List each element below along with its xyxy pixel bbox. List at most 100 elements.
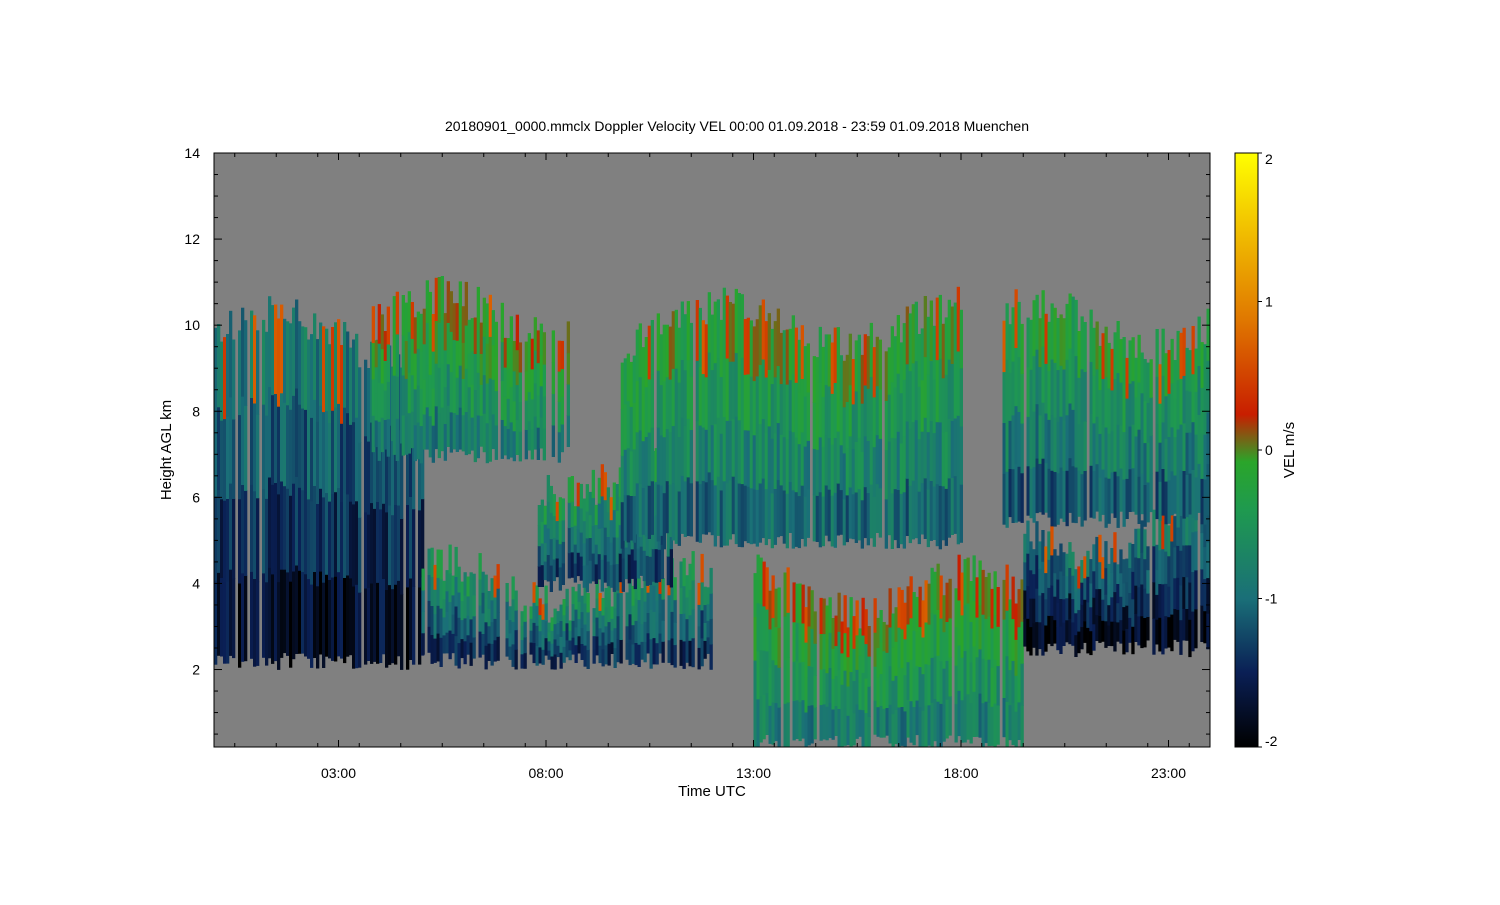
- echo-cell: [900, 589, 904, 630]
- echo-cell: [851, 359, 855, 405]
- echo-cell: [442, 598, 446, 618]
- echo-cell: [647, 432, 651, 486]
- echo-cell: [544, 637, 548, 656]
- echo-cell: [1191, 611, 1195, 652]
- echo-cell: [1200, 568, 1204, 606]
- echo-cell: [530, 368, 534, 400]
- echo-cell: [313, 571, 317, 658]
- echo-cell: [673, 599, 677, 623]
- echo-cell: [377, 343, 381, 383]
- echo-cell: [592, 621, 596, 637]
- echo-cell: [933, 571, 937, 615]
- echo-cell: [1053, 416, 1057, 472]
- echo-cell: [295, 565, 299, 654]
- echo-cell: [349, 501, 353, 579]
- echo-cell: [340, 423, 344, 502]
- echo-cell: [921, 673, 925, 711]
- echo-cell: [834, 675, 838, 707]
- echo-cell: [777, 587, 781, 628]
- echo-cell: [698, 425, 702, 485]
- echo-cell: [822, 633, 826, 670]
- echo-cell: [283, 402, 287, 487]
- echo-cell: [1071, 551, 1075, 576]
- echo-cell: [558, 566, 562, 591]
- echo-cell: [855, 703, 859, 739]
- echo-cell: [906, 699, 910, 738]
- echo-cell: [966, 603, 970, 649]
- echo-cell: [1089, 361, 1093, 414]
- echo-cell: [600, 496, 604, 529]
- echo-cell: [890, 381, 894, 438]
- echo-cell: [443, 313, 447, 351]
- echo-cell: [1116, 372, 1120, 425]
- echo-cell: [448, 601, 452, 631]
- echo-cell: [894, 709, 898, 745]
- echo-cell: [1197, 365, 1201, 415]
- echo-cell: [887, 347, 891, 395]
- echo-cell: [1152, 582, 1156, 619]
- echo-cell: [1083, 577, 1087, 600]
- echo-cell: [579, 532, 583, 557]
- echo-cell: [470, 318, 474, 352]
- echo-cell: [897, 587, 901, 628]
- echo-cell: [601, 598, 605, 616]
- echo-cell: [428, 374, 432, 417]
- echo-cell: [1149, 435, 1153, 474]
- echo-cell: [591, 469, 595, 499]
- echo-cell: [539, 354, 543, 387]
- echo-cell: [930, 657, 934, 703]
- echo-cell: [591, 497, 595, 526]
- echo-cell: [939, 575, 943, 619]
- echo-cell: [626, 447, 630, 496]
- echo-cell: [458, 281, 462, 324]
- echo-cell: [220, 420, 224, 500]
- echo-cell: [918, 586, 922, 628]
- echo-cell: [1131, 598, 1135, 627]
- echo-cell: [956, 479, 960, 545]
- echo-cell: [831, 709, 835, 740]
- echo-cell: [706, 620, 710, 638]
- echo-cell: [1134, 557, 1138, 586]
- echo-cell: [491, 310, 495, 346]
- echo-cell: [1188, 473, 1192, 515]
- echo-cell: [960, 614, 964, 658]
- echo-cell: [921, 600, 925, 638]
- echo-cell: [1059, 626, 1063, 654]
- echo-cell: [358, 517, 362, 593]
- echo-cell: [533, 350, 537, 384]
- echo-cell: [661, 599, 665, 621]
- echo-cell: [1071, 621, 1075, 646]
- echo-cell: [479, 384, 483, 416]
- echo-cell: [292, 483, 296, 572]
- chart-canvas: 20180901_0000.mmclx Doppler Velocity VEL…: [158, 118, 1298, 800]
- echo-cell: [1113, 561, 1117, 593]
- echo-cell: [645, 555, 649, 586]
- echo-cell: [908, 370, 912, 429]
- echo-cell: [250, 397, 254, 485]
- echo-cell: [539, 416, 543, 449]
- echo-cell: [401, 375, 405, 416]
- echo-cell: [656, 427, 660, 485]
- echo-cell: [839, 400, 843, 446]
- echo-cell: [436, 549, 440, 578]
- echo-cell: [374, 340, 378, 368]
- echo-cell: [668, 431, 672, 485]
- echo-cell: [777, 707, 781, 747]
- echo-cell: [644, 486, 648, 537]
- echo-cell: [923, 477, 927, 539]
- echo-cell: [807, 665, 811, 706]
- echo-cell: [1092, 623, 1096, 651]
- echo-cell: [1020, 663, 1024, 706]
- echo-cell: [491, 414, 495, 450]
- echo-cell: [331, 410, 335, 495]
- echo-cell: [505, 601, 509, 620]
- echo-cell: [819, 633, 823, 670]
- echo-cell: [921, 710, 925, 747]
- echo-cell: [698, 483, 702, 543]
- echo-cell: [461, 378, 465, 416]
- echo-cell: [911, 421, 915, 481]
- echo-cell: [682, 585, 686, 614]
- echo-cell: [761, 418, 765, 479]
- echo-cell: [1005, 564, 1009, 611]
- echo-cell: [625, 642, 629, 660]
